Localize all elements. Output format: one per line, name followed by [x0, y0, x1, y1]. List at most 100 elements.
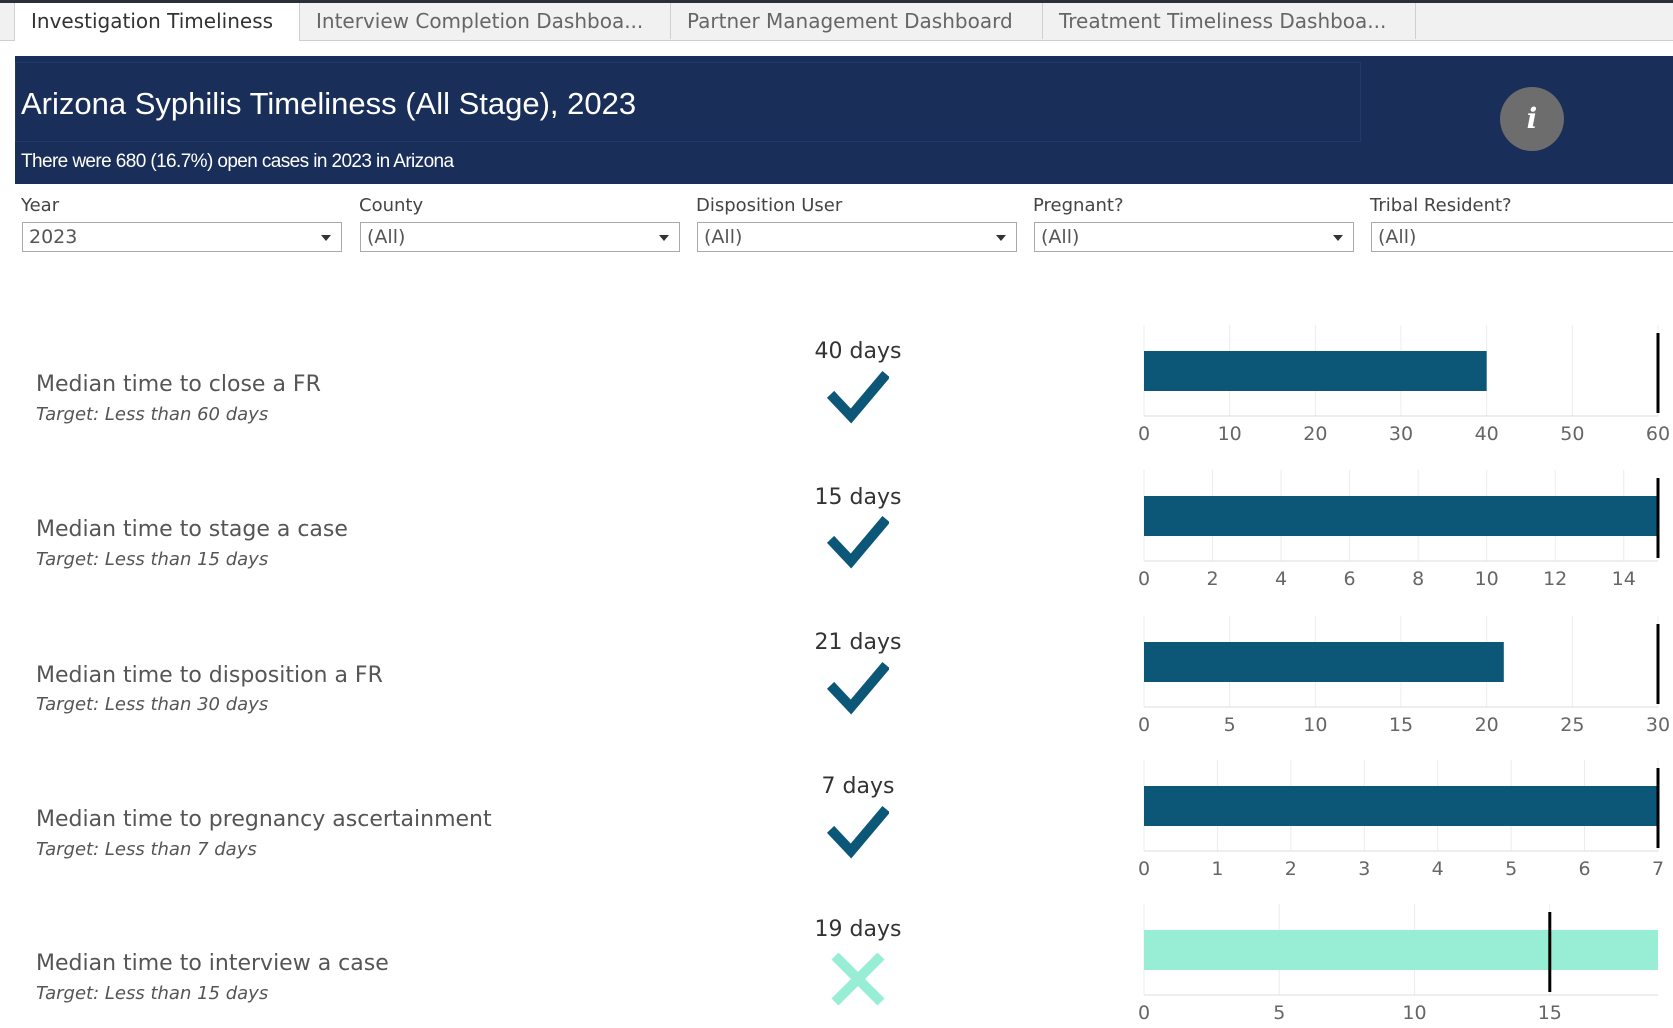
- tick-label: 10: [1475, 568, 1499, 590]
- chevron-down-icon: [659, 235, 669, 241]
- tick-label: 3: [1358, 858, 1370, 880]
- page-title: Arizona Syphilis Timeliness (All Stage),…: [21, 86, 637, 121]
- tick-label: 7: [1652, 858, 1664, 880]
- bar: [1144, 786, 1658, 826]
- check-icon: [827, 515, 889, 569]
- tick-label: 0: [1138, 858, 1150, 880]
- tab-interview-completion[interactable]: Interview Completion Dashboa...: [300, 3, 671, 39]
- tick-label: 8: [1412, 568, 1424, 590]
- check-icon: [827, 805, 889, 859]
- metric-label: Median time to disposition a FR: [36, 663, 383, 688]
- chart-svg: 0 5 10 15 20 25 30: [1138, 616, 1670, 736]
- disposition-user-select[interactable]: (All): [697, 222, 1017, 252]
- filter-county: County (All): [353, 194, 683, 258]
- filter-label-pregnant: Pregnant?: [1033, 195, 1124, 216]
- check-icon: [827, 370, 889, 424]
- metric-value: 21 days: [814, 630, 902, 655]
- tribal-resident-select-value: (All): [1378, 226, 1417, 248]
- tick-label: 5: [1224, 714, 1236, 736]
- filter-year: Year 2023: [15, 194, 345, 258]
- chart-svg: 0 10 20 30 40 50 60: [1138, 325, 1670, 445]
- disposition-user-select-value: (All): [704, 226, 743, 248]
- filter-disposition-user: Disposition User (All): [690, 194, 1020, 258]
- chart-svg: 0 5 10 15: [1138, 904, 1658, 1024]
- chevron-down-icon: [1333, 235, 1343, 241]
- metric-target: Target: Less than 7 days: [36, 839, 257, 860]
- tick-label: 40: [1475, 423, 1499, 445]
- tick-label: 50: [1560, 423, 1584, 445]
- filter-label-tribal-resident: Tribal Resident?: [1370, 195, 1512, 216]
- tick-label: 5: [1273, 1002, 1285, 1024]
- metric-target: Target: Less than 60 days: [36, 404, 269, 425]
- metric-label: Median time to close a FR: [36, 372, 321, 397]
- tick-label: 5: [1505, 858, 1517, 880]
- tick-label: 0: [1138, 714, 1150, 736]
- tick-label: 6: [1579, 858, 1591, 880]
- tick-label: 14: [1612, 568, 1636, 590]
- chart-svg: 0 2 4 6 8 10 12 14: [1138, 470, 1660, 590]
- tick-label: 2: [1206, 568, 1218, 590]
- info-icon[interactable]: i: [1500, 87, 1564, 151]
- metric-label: Median time to interview a case: [36, 951, 389, 976]
- metric-label: Median time to stage a case: [36, 517, 348, 542]
- bar-chart: 0 2 4 6 8 10 12 14: [1128, 470, 1673, 610]
- check-icon: [827, 661, 889, 715]
- metric-value: 7 days: [821, 774, 895, 799]
- filter-label-county: County: [359, 195, 424, 216]
- tribal-resident-select[interactable]: (All): [1371, 222, 1673, 252]
- filter-pregnant: Pregnant? (All): [1027, 194, 1357, 258]
- tick-label: 0: [1138, 423, 1150, 445]
- tick-label: 10: [1218, 423, 1242, 445]
- tick-label: 15: [1538, 1002, 1562, 1024]
- dashboard-header: Arizona Syphilis Timeliness (All Stage),…: [15, 56, 1673, 184]
- metric-value: 15 days: [814, 485, 902, 510]
- year-select[interactable]: 2023: [22, 222, 342, 252]
- bar: [1144, 351, 1487, 391]
- bar-chart: 0 1 2 3 4 5 6 7: [1128, 760, 1673, 900]
- metric-target: Target: Less than 15 days: [36, 983, 269, 1004]
- tab-partner-management[interactable]: Partner Management Dashboard: [671, 3, 1043, 39]
- tick-label: 4: [1275, 568, 1287, 590]
- open-cases-summary: There were 680 (16.7%) open cases in 202…: [21, 151, 454, 172]
- bar: [1144, 496, 1658, 536]
- metric-value: 40 days: [814, 339, 902, 364]
- tick-label: 30: [1646, 714, 1670, 736]
- filter-label-disposition-user: Disposition User: [696, 195, 843, 216]
- pregnant-select-value: (All): [1041, 226, 1080, 248]
- tick-label: 15: [1389, 714, 1413, 736]
- chevron-down-icon: [321, 235, 331, 241]
- chart-svg: 0 1 2 3 4 5 6 7: [1138, 760, 1664, 880]
- bar: [1144, 930, 1658, 970]
- tick-label: 30: [1389, 423, 1413, 445]
- tick-label: 4: [1432, 858, 1444, 880]
- metric-value: 19 days: [814, 917, 902, 942]
- filter-tribal-resident: Tribal Resident? (All): [1364, 194, 1673, 258]
- bar: [1144, 642, 1504, 682]
- tick-label: 25: [1560, 714, 1584, 736]
- tick-label: 1: [1211, 858, 1223, 880]
- tick-label: 10: [1303, 714, 1327, 736]
- tick-label: 2: [1285, 858, 1297, 880]
- county-select-value: (All): [367, 226, 406, 248]
- year-select-value: 2023: [29, 226, 78, 248]
- county-select[interactable]: (All): [360, 222, 680, 252]
- tick-label: 20: [1303, 423, 1327, 445]
- bar-chart: 0 5 10 15: [1128, 904, 1673, 1028]
- chevron-down-icon: [996, 235, 1006, 241]
- tick-label: 10: [1402, 1002, 1426, 1024]
- tick-label: 60: [1646, 423, 1670, 445]
- tab-bar: Investigation Timeliness Interview Compl…: [0, 3, 1673, 41]
- tab-investigation-timeliness[interactable]: Investigation Timeliness: [14, 3, 300, 41]
- metric-target: Target: Less than 30 days: [36, 694, 269, 715]
- metric-target: Target: Less than 15 days: [36, 549, 269, 570]
- tick-label: 6: [1344, 568, 1356, 590]
- tab-treatment-timeliness[interactable]: Treatment Timeliness Dashboa...: [1043, 3, 1416, 39]
- pregnant-select[interactable]: (All): [1034, 222, 1354, 252]
- tick-label: 0: [1138, 1002, 1150, 1024]
- metric-label: Median time to pregnancy ascertainment: [36, 807, 492, 832]
- x-icon: [831, 952, 885, 1006]
- filter-label-year: Year: [21, 195, 60, 216]
- tick-label: 0: [1138, 568, 1150, 590]
- bar-chart: 0 5 10 15 20 25 30: [1128, 616, 1673, 756]
- bar-chart: 0 10 20 30 40 50 60: [1128, 325, 1673, 465]
